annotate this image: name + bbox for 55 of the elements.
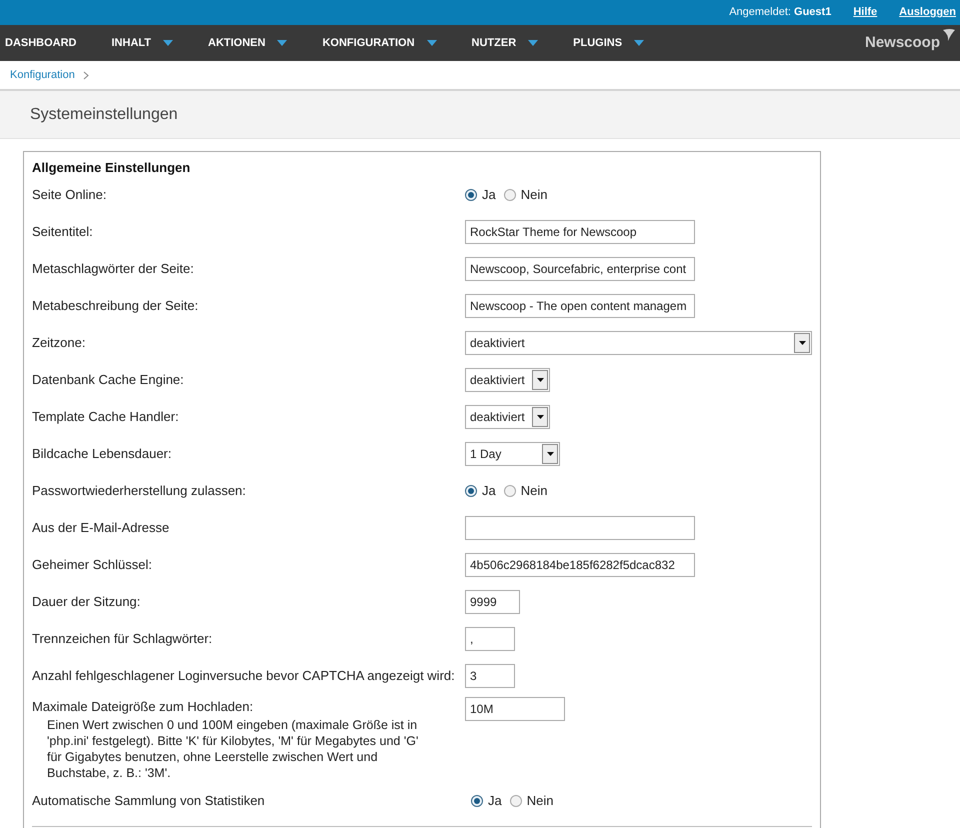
text-field[interactable]: 10M — [465, 697, 565, 721]
text-field[interactable]: , — [465, 626, 515, 650]
dropdown-arrow-icon — [798, 340, 806, 344]
text-field[interactable]: 4b506c2968184be185f6282f5dcac832 — [465, 552, 695, 576]
field-label: Anzahl fehlgeschlagener Loginversuche bevor CAPTCHA angezeigt wird: — [32, 666, 456, 685]
section-title: Allgemeine Einstellungen — [32, 159, 192, 176]
field-label: Metaschlagwörter der Seite: — [32, 260, 195, 278]
radio-option[interactable]: Ja — [471, 791, 502, 811]
radio-option[interactable]: Nein — [504, 184, 548, 204]
text-field[interactable]: 9999 — [465, 590, 520, 614]
nav-item[interactable]: DASHBOARD — [0, 34, 112, 52]
nav-item[interactable]: NUTZER — [472, 34, 574, 52]
field-label: Seitentitel: — [32, 222, 94, 241]
field-label: Template Cache Handler: — [32, 408, 180, 426]
text-field[interactable]: RockStar Theme for Newscoop — [465, 220, 695, 244]
field-label: Dauer der Sitzung: — [32, 592, 142, 611]
nav-item[interactable]: KONFIGURATION — [322, 34, 472, 52]
field-label: Zeitzone: — [32, 334, 86, 352]
chevron-icon — [82, 70, 89, 80]
nav-item[interactable]: AKTIONEN — [208, 34, 322, 52]
select-field[interactable]: deaktiviert — [465, 330, 812, 354]
text-field[interactable] — [465, 516, 695, 540]
text-field[interactable]: Newscoop - The open content managem — [465, 294, 695, 318]
nav-item[interactable]: PLUGINS — [573, 34, 680, 52]
select-field[interactable]: deaktiviert — [465, 368, 550, 392]
text-field[interactable]: Newscoop, Sourcefabric, enterprise cont — [465, 256, 695, 280]
dropdown-arrow-icon — [536, 378, 544, 382]
swoosh-icon — [942, 28, 956, 42]
field-label: Seite Online: — [32, 186, 108, 204]
field-label: Datenbank Cache Engine: — [32, 370, 185, 389]
logo: Newscoop — [864, 32, 956, 54]
dropdown-arrow-icon — [536, 414, 544, 418]
nav-item[interactable]: INHALT — [112, 34, 208, 52]
select-field[interactable]: deaktiviert — [465, 404, 550, 428]
field-label: Bildcache Lebensdauer: — [32, 444, 172, 463]
select-field[interactable]: 1 Day — [465, 442, 560, 466]
breadcrumb-link[interactable]: Konfiguration — [10, 66, 89, 84]
radio-option[interactable]: Nein — [510, 791, 554, 811]
text-field[interactable]: 3 — [465, 664, 515, 688]
radio-option[interactable]: Ja — [465, 480, 496, 500]
field-label: Aus der E-Mail-Adresse — [32, 518, 170, 537]
radio-option[interactable]: Nein — [504, 480, 548, 500]
top-link[interactable]: Ausloggen — [899, 4, 956, 21]
field-label: Geheimer Schlüssel: — [32, 556, 153, 574]
logged-in-text: Angemeldet: Guest1 — [729, 5, 832, 20]
field-label: Automatische Sammlung von Statistiken — [32, 792, 266, 810]
radio-option[interactable]: Ja — [465, 184, 496, 204]
help-text: Einen Wert zwischen 0 und 100M eingeben (maximale Größe ist in 'php.ini' festgelegt). Bitte 'K' für Kilobytes, 'M' für Megabytes und 'G' für Gigabytes benutzen, ohne Leerstelle zwischen Wert und Buchstabe, z. B.: '3M'. — [46, 716, 420, 780]
field-label: Maximale Dateigröße zum Hochladen: — [32, 698, 254, 716]
dropdown-arrow-icon — [546, 452, 554, 456]
field-label: Passwortwiederherstellung zulassen: — [32, 482, 247, 500]
field-label: Trennzeichen für Schlagwörter: — [32, 630, 214, 648]
top-link[interactable]: Hilfe — [853, 4, 878, 21]
page-title: Systemeinstellungen — [30, 104, 178, 124]
field-label: Metabeschreibung der Seite: — [32, 296, 200, 315]
